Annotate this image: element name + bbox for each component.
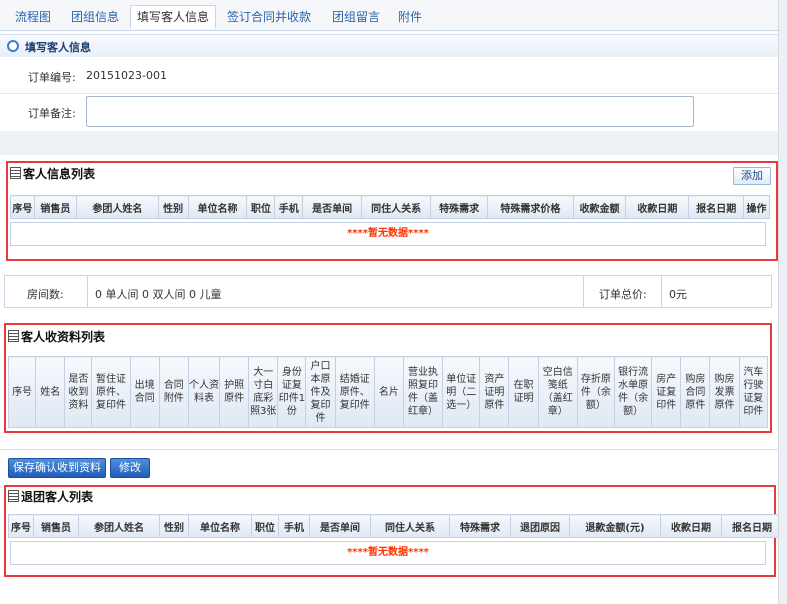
- col-header: 职位: [246, 195, 276, 219]
- order-no-label: 订单编号:: [28, 71, 76, 84]
- col-header: 手机: [274, 195, 304, 219]
- gray-band: [0, 131, 778, 155]
- col-header: 是否单间: [309, 514, 371, 538]
- col-header: 手机: [278, 514, 310, 538]
- col-header: 资产证明原件: [479, 356, 510, 428]
- save-confirm-button[interactable]: 保存确认收到资料: [8, 458, 106, 478]
- col-header: 销售员: [33, 514, 79, 538]
- col-header: 护照原件: [219, 356, 250, 428]
- col-header: 暂住证原件、复印件: [91, 356, 131, 428]
- refund-list-title: 退团客人列表: [21, 490, 94, 504]
- tab-group-info[interactable]: 团组信息: [64, 6, 126, 28]
- col-header: 购房合同原件: [680, 356, 711, 428]
- scrollbar[interactable]: [778, 0, 787, 604]
- room-summary: 房间数: 0 单人间 0 双人间 0 儿童 订单总价: 0元: [4, 275, 772, 308]
- order-total-value: 0元: [669, 288, 687, 301]
- col-header: 单位证明（二选一）: [442, 356, 481, 428]
- col-header: 单位名称: [188, 514, 252, 538]
- tab-bar: 流程图 团组信息 填写客人信息 签订合同并收款 团组留言 附件: [0, 0, 778, 31]
- tab-attachments[interactable]: 附件: [392, 6, 428, 28]
- guest-list-table: 序号 销售员 参团人姓名 性别 单位名称 职位 手机 是否单间 同住人关系 特殊…: [10, 195, 770, 219]
- col-header: 操作: [743, 195, 770, 219]
- col-header: 职位: [251, 514, 279, 538]
- col-header: 姓名: [35, 356, 66, 428]
- order-total-label: 订单总价:: [599, 288, 647, 301]
- col-header: 同住人关系: [361, 195, 432, 219]
- docs-list-table: 序号 姓名 是否收到资料 暂住证原件、复印件 出境合同 合同附件 个人资料表 护…: [7, 356, 769, 428]
- list-icon: [8, 490, 19, 502]
- col-header: 报名日期: [688, 195, 745, 219]
- col-header: 收款金额: [572, 195, 627, 219]
- list-icon: [8, 330, 19, 342]
- col-header: 个人资料表: [187, 356, 221, 428]
- col-header: 收款日期: [660, 514, 722, 538]
- col-header: 出境合同: [129, 356, 160, 428]
- guest-list-title: 客人信息列表: [23, 167, 96, 181]
- col-header: 合同附件: [158, 356, 189, 428]
- add-guest-button[interactable]: 添加: [733, 167, 771, 185]
- order-remark-label: 订单备注:: [28, 107, 76, 120]
- col-header: 参团人姓名: [78, 514, 160, 538]
- tab-sign-contract[interactable]: 签订合同并收款: [220, 6, 318, 28]
- col-header: 结婚证原件、复印件: [334, 356, 375, 428]
- col-header: 银行流水单原件（余额）: [614, 356, 653, 428]
- col-header: 退款金额(元): [569, 514, 661, 538]
- docs-list-title: 客人收资料列表: [21, 330, 106, 344]
- col-header: 名片: [373, 356, 404, 428]
- col-header: 同住人关系: [370, 514, 450, 538]
- col-header: 汽车行驶证复印件: [738, 356, 769, 428]
- edit-button[interactable]: 修改: [110, 458, 150, 478]
- order-remark-input[interactable]: [86, 96, 694, 127]
- room-count-label: 房间数:: [27, 288, 64, 301]
- col-header: 购房发票原件: [709, 356, 740, 428]
- col-header: 特殊需求: [430, 195, 489, 219]
- col-header: 序号: [8, 514, 34, 538]
- section-title: 填写客人信息: [25, 41, 91, 54]
- col-header: 身份证复印件1份: [277, 356, 307, 428]
- col-header: 户口本原件及复印件: [305, 356, 336, 428]
- guest-list-empty: ****暂无数据****: [10, 222, 766, 246]
- col-header: 在职证明: [508, 356, 539, 428]
- col-header: 房产证复印件: [651, 356, 682, 428]
- col-header: 是否收到资料: [64, 356, 93, 428]
- col-header: 特殊需求价格: [487, 195, 574, 219]
- col-header: 收款日期: [625, 195, 690, 219]
- col-header: 大一寸白底彩照3张: [248, 356, 279, 428]
- col-header: 特殊需求: [449, 514, 511, 538]
- tab-group-message[interactable]: 团组留言: [324, 6, 388, 28]
- col-header: 空白信笺纸（盖红章）: [537, 356, 578, 428]
- list-icon: [10, 167, 21, 179]
- section-circle-icon: [7, 40, 19, 52]
- col-header: 存折原件（余额）: [576, 356, 616, 428]
- tab-flowchart[interactable]: 流程图: [6, 6, 60, 28]
- order-form: 订单编号: 20151023-001 订单备注:: [0, 57, 778, 132]
- col-header: 报名日期: [721, 514, 783, 538]
- section-header: 填写客人信息: [0, 34, 778, 58]
- col-header: 序号: [7, 356, 37, 428]
- room-count-value: 0 单人间 0 双人间 0 儿童: [95, 288, 222, 301]
- col-header: 销售员: [33, 195, 78, 219]
- col-header: 是否单间: [302, 195, 363, 219]
- col-header: 退团原因: [510, 514, 570, 538]
- col-header: 参团人姓名: [76, 195, 159, 219]
- refund-list-table: 序号 销售员 参团人姓名 性别 单位名称 职位 手机 是否单间 同住人关系 特殊…: [8, 514, 783, 538]
- order-no-value: 20151023-001: [86, 69, 167, 82]
- refund-list-empty: ****暂无数据****: [10, 541, 766, 565]
- tab-fill-guest-info[interactable]: 填写客人信息: [130, 5, 216, 29]
- col-header: 性别: [159, 514, 189, 538]
- col-header: 营业执照复印件（盖红章）: [402, 356, 444, 428]
- col-header: 性别: [157, 195, 189, 219]
- col-header: 单位名称: [187, 195, 248, 219]
- col-header: 序号: [10, 195, 35, 219]
